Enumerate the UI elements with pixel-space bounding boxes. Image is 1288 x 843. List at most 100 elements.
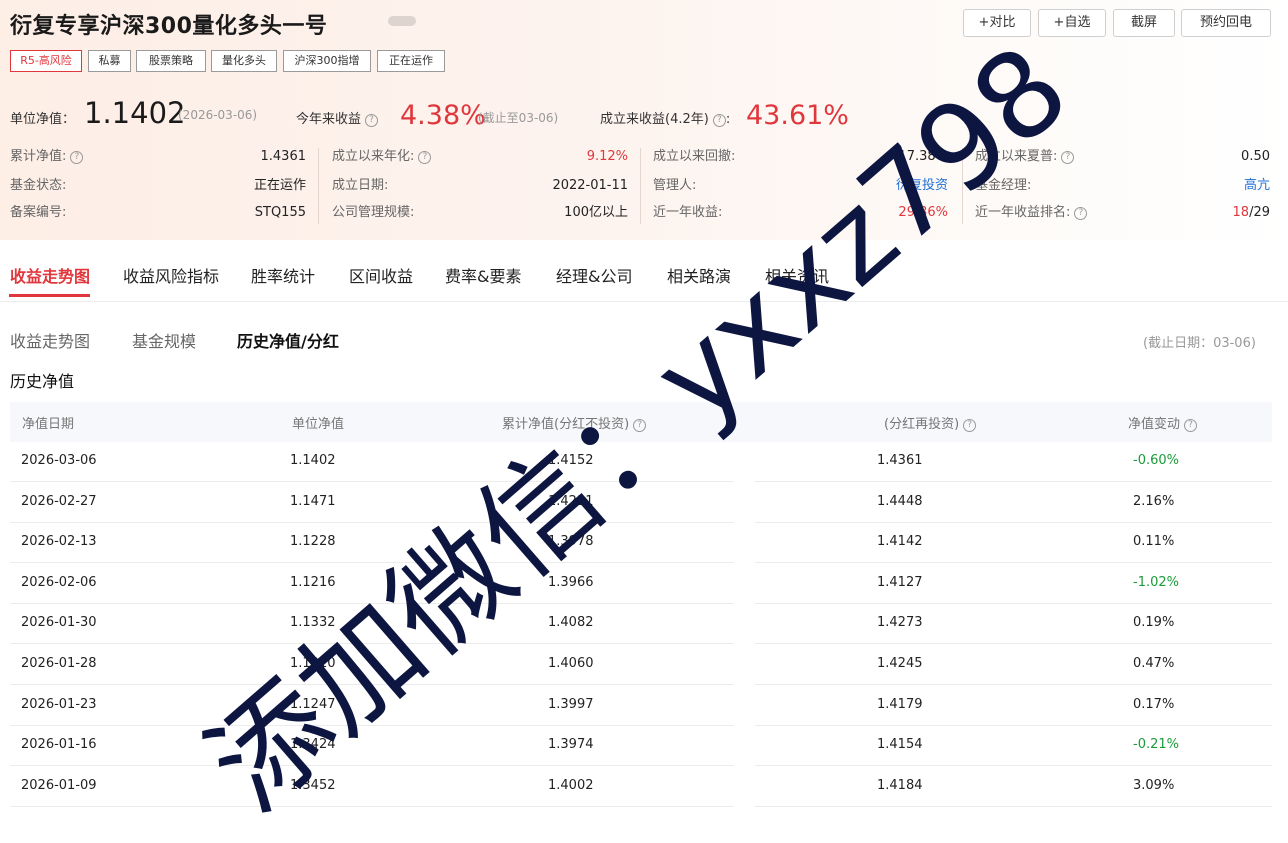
- row-date: 2026-01-23: [21, 696, 97, 712]
- row-date: 2026-03-06: [21, 453, 97, 468]
- row-cumulative-nav: 1.4060: [548, 656, 594, 671]
- row-cumulative-nav: 1.3997: [548, 696, 594, 712]
- max-drawdown-value: 17.38%: [898, 149, 948, 164]
- sharpe-value: 0.50: [1241, 149, 1270, 164]
- fund-type-tag: 私募: [88, 50, 131, 72]
- tab-roadshow[interactable]: 相关路演: [667, 263, 731, 287]
- manager-company-link[interactable]: 衍复投资: [840, 177, 948, 195]
- book-callback-button[interactable]: 预约回电: [1181, 9, 1271, 37]
- row-reinvest-nav: 1.4448: [877, 493, 923, 509]
- row-reinvest-nav: 1.4245: [877, 656, 923, 671]
- table-row: 2026-01-16 1.3424 1.3974 1.4154 -0.21%: [10, 726, 1272, 767]
- help-icon[interactable]: ?: [70, 151, 84, 164]
- row-unit-nav: 1.1247: [290, 696, 336, 712]
- row-nav-change: -0.60%: [1133, 453, 1179, 468]
- help-icon[interactable]: ?: [963, 419, 977, 432]
- tab-win-rate[interactable]: 胜率统计: [251, 263, 315, 287]
- since-inception-value: 43.61%: [746, 100, 849, 131]
- row-nav-change: 0.11%: [1133, 534, 1175, 550]
- compare-button[interactable]: +对比: [963, 9, 1031, 37]
- tab-news[interactable]: 相关资讯: [765, 263, 829, 287]
- subtab-return-chart[interactable]: 收益走势图: [10, 328, 90, 352]
- row-divider: [755, 805, 1272, 807]
- row-cumulative-nav: 1.3966: [548, 574, 594, 590]
- row-nav-change: 0.19%: [1133, 615, 1175, 631]
- row-reinvest-nav: 1.4361: [877, 453, 923, 468]
- divider: [962, 148, 963, 224]
- row-date: 2026-01-30: [21, 615, 97, 631]
- add-watchlist-button[interactable]: +自选: [1038, 9, 1106, 37]
- row-date: 2026-02-06: [21, 574, 97, 590]
- row-nav-change: 0.47%: [1133, 656, 1175, 671]
- manager-company-label: 管理人:: [653, 178, 697, 193]
- row-reinvest-nav: 1.4273: [877, 615, 923, 631]
- help-icon[interactable]: ?: [633, 419, 647, 432]
- nav-date: (2026-03-06): [178, 108, 258, 122]
- strategy-tag: 股票策略: [136, 50, 206, 72]
- tab-risk-metrics[interactable]: 收益风险指标: [123, 263, 219, 287]
- fund-manager-label: 基金经理:: [975, 178, 1032, 193]
- help-icon[interactable]: ?: [1184, 419, 1198, 432]
- help-icon[interactable]: ?: [1061, 151, 1075, 164]
- row-date: 2026-02-27: [21, 493, 97, 509]
- table-row: 2026-01-28 1.1310 1.4060 1.4245 0.47%: [10, 645, 1272, 685]
- annualized-return-label: 成立以来年化:?: [332, 148, 432, 166]
- row-nav-change: -0.21%: [1133, 737, 1179, 753]
- fund-title: 衍复专享沪深300量化多头一号: [10, 14, 328, 39]
- masked-text: [388, 16, 416, 26]
- one-year-return-value: 29.36%: [898, 205, 948, 220]
- screenshot-button[interactable]: 截屏: [1113, 9, 1175, 37]
- annualized-return-value: 9.12%: [586, 149, 628, 164]
- help-icon[interactable]: ?: [365, 114, 379, 127]
- row-cumulative-nav: 1.4082: [548, 615, 594, 631]
- row-nav-change: -1.02%: [1133, 574, 1179, 590]
- registration-no-value: STQ155: [254, 205, 306, 220]
- tab-manager-company[interactable]: 经理&公司: [556, 263, 632, 287]
- row-unit-nav: 1.1332: [290, 615, 336, 631]
- nav-value: 1.1402: [84, 96, 186, 130]
- row-unit-nav: 1.3424: [290, 737, 336, 753]
- row-cumulative-nav: 1.4221: [548, 493, 594, 509]
- company-aum-value: 100亿以上: [564, 205, 628, 220]
- tab-period-return[interactable]: 区间收益: [349, 263, 413, 287]
- company-aum-label: 公司管理规模:: [332, 205, 415, 220]
- cutoff-date: (截止日期：03-06): [1143, 336, 1256, 351]
- subtab-nav-history[interactable]: 历史净值/分红: [237, 328, 339, 352]
- help-icon[interactable]: ?: [418, 151, 432, 164]
- sharpe-label: 成立以来夏普:?: [975, 148, 1075, 166]
- row-cumulative-nav: 1.4152: [548, 453, 594, 468]
- max-drawdown-label: 成立以来回撤:: [653, 149, 736, 164]
- tab-fees[interactable]: 费率&要素: [445, 263, 521, 287]
- row-unit-nav: 1.3452: [290, 777, 336, 793]
- table-row: 2026-02-06 1.1216 1.3966 1.4127 -1.02%: [10, 564, 1272, 604]
- table-row: 2026-01-23 1.1247 1.3997 1.4179 0.17%: [10, 686, 1272, 726]
- table-row: 2026-03-06 1.1402 1.4152 1.4361 -0.60%: [10, 442, 1272, 482]
- table-row: 2026-02-13 1.1228 1.3978 1.4142 0.11%: [10, 523, 1272, 564]
- fund-manager-link[interactable]: 高亢: [1160, 177, 1270, 195]
- cumulative-nav-value: 1.4361: [260, 149, 307, 164]
- help-icon[interactable]: ?: [712, 114, 726, 127]
- benchmark-tag: 沪深300指增: [283, 50, 371, 72]
- row-unit-nav: 1.1228: [290, 534, 336, 550]
- tab-return-chart[interactable]: 收益走势图: [10, 263, 90, 287]
- help-icon[interactable]: ?: [1074, 207, 1088, 220]
- registration-no-label: 备案编号:: [10, 205, 67, 220]
- row-unit-nav: 1.1310: [290, 656, 336, 671]
- table-header: 净值日期 单位净值 累计净值(分红不投资)? (分红再投资)? 净值变动?: [10, 402, 1272, 442]
- active-tab-indicator: [9, 294, 90, 297]
- row-reinvest-nav: 1.4179: [877, 696, 923, 712]
- row-divider: [10, 805, 734, 807]
- inception-date-value: 2022-01-11: [552, 178, 628, 193]
- row-date: 2026-01-16: [21, 737, 97, 753]
- row-date: 2026-02-13: [21, 534, 97, 550]
- col-cumulative-nav: 累计净值(分红不投资)?: [502, 413, 647, 432]
- divider: [640, 148, 641, 224]
- row-unit-nav: 1.1216: [290, 574, 336, 590]
- row-reinvest-nav: 1.4154: [877, 737, 923, 753]
- nav-summary: 单位净值： 1.1402 (2026-03-06) 今年来收益? 4.38% (…: [0, 96, 1288, 136]
- one-year-rank-label: 近一年收益排名:?: [975, 204, 1088, 222]
- col-unit-nav: 单位净值: [292, 417, 345, 432]
- row-reinvest-nav: 1.4184: [877, 777, 923, 793]
- subtab-fund-size[interactable]: 基金规模: [132, 328, 196, 352]
- fund-status-label: 基金状态:: [10, 178, 67, 193]
